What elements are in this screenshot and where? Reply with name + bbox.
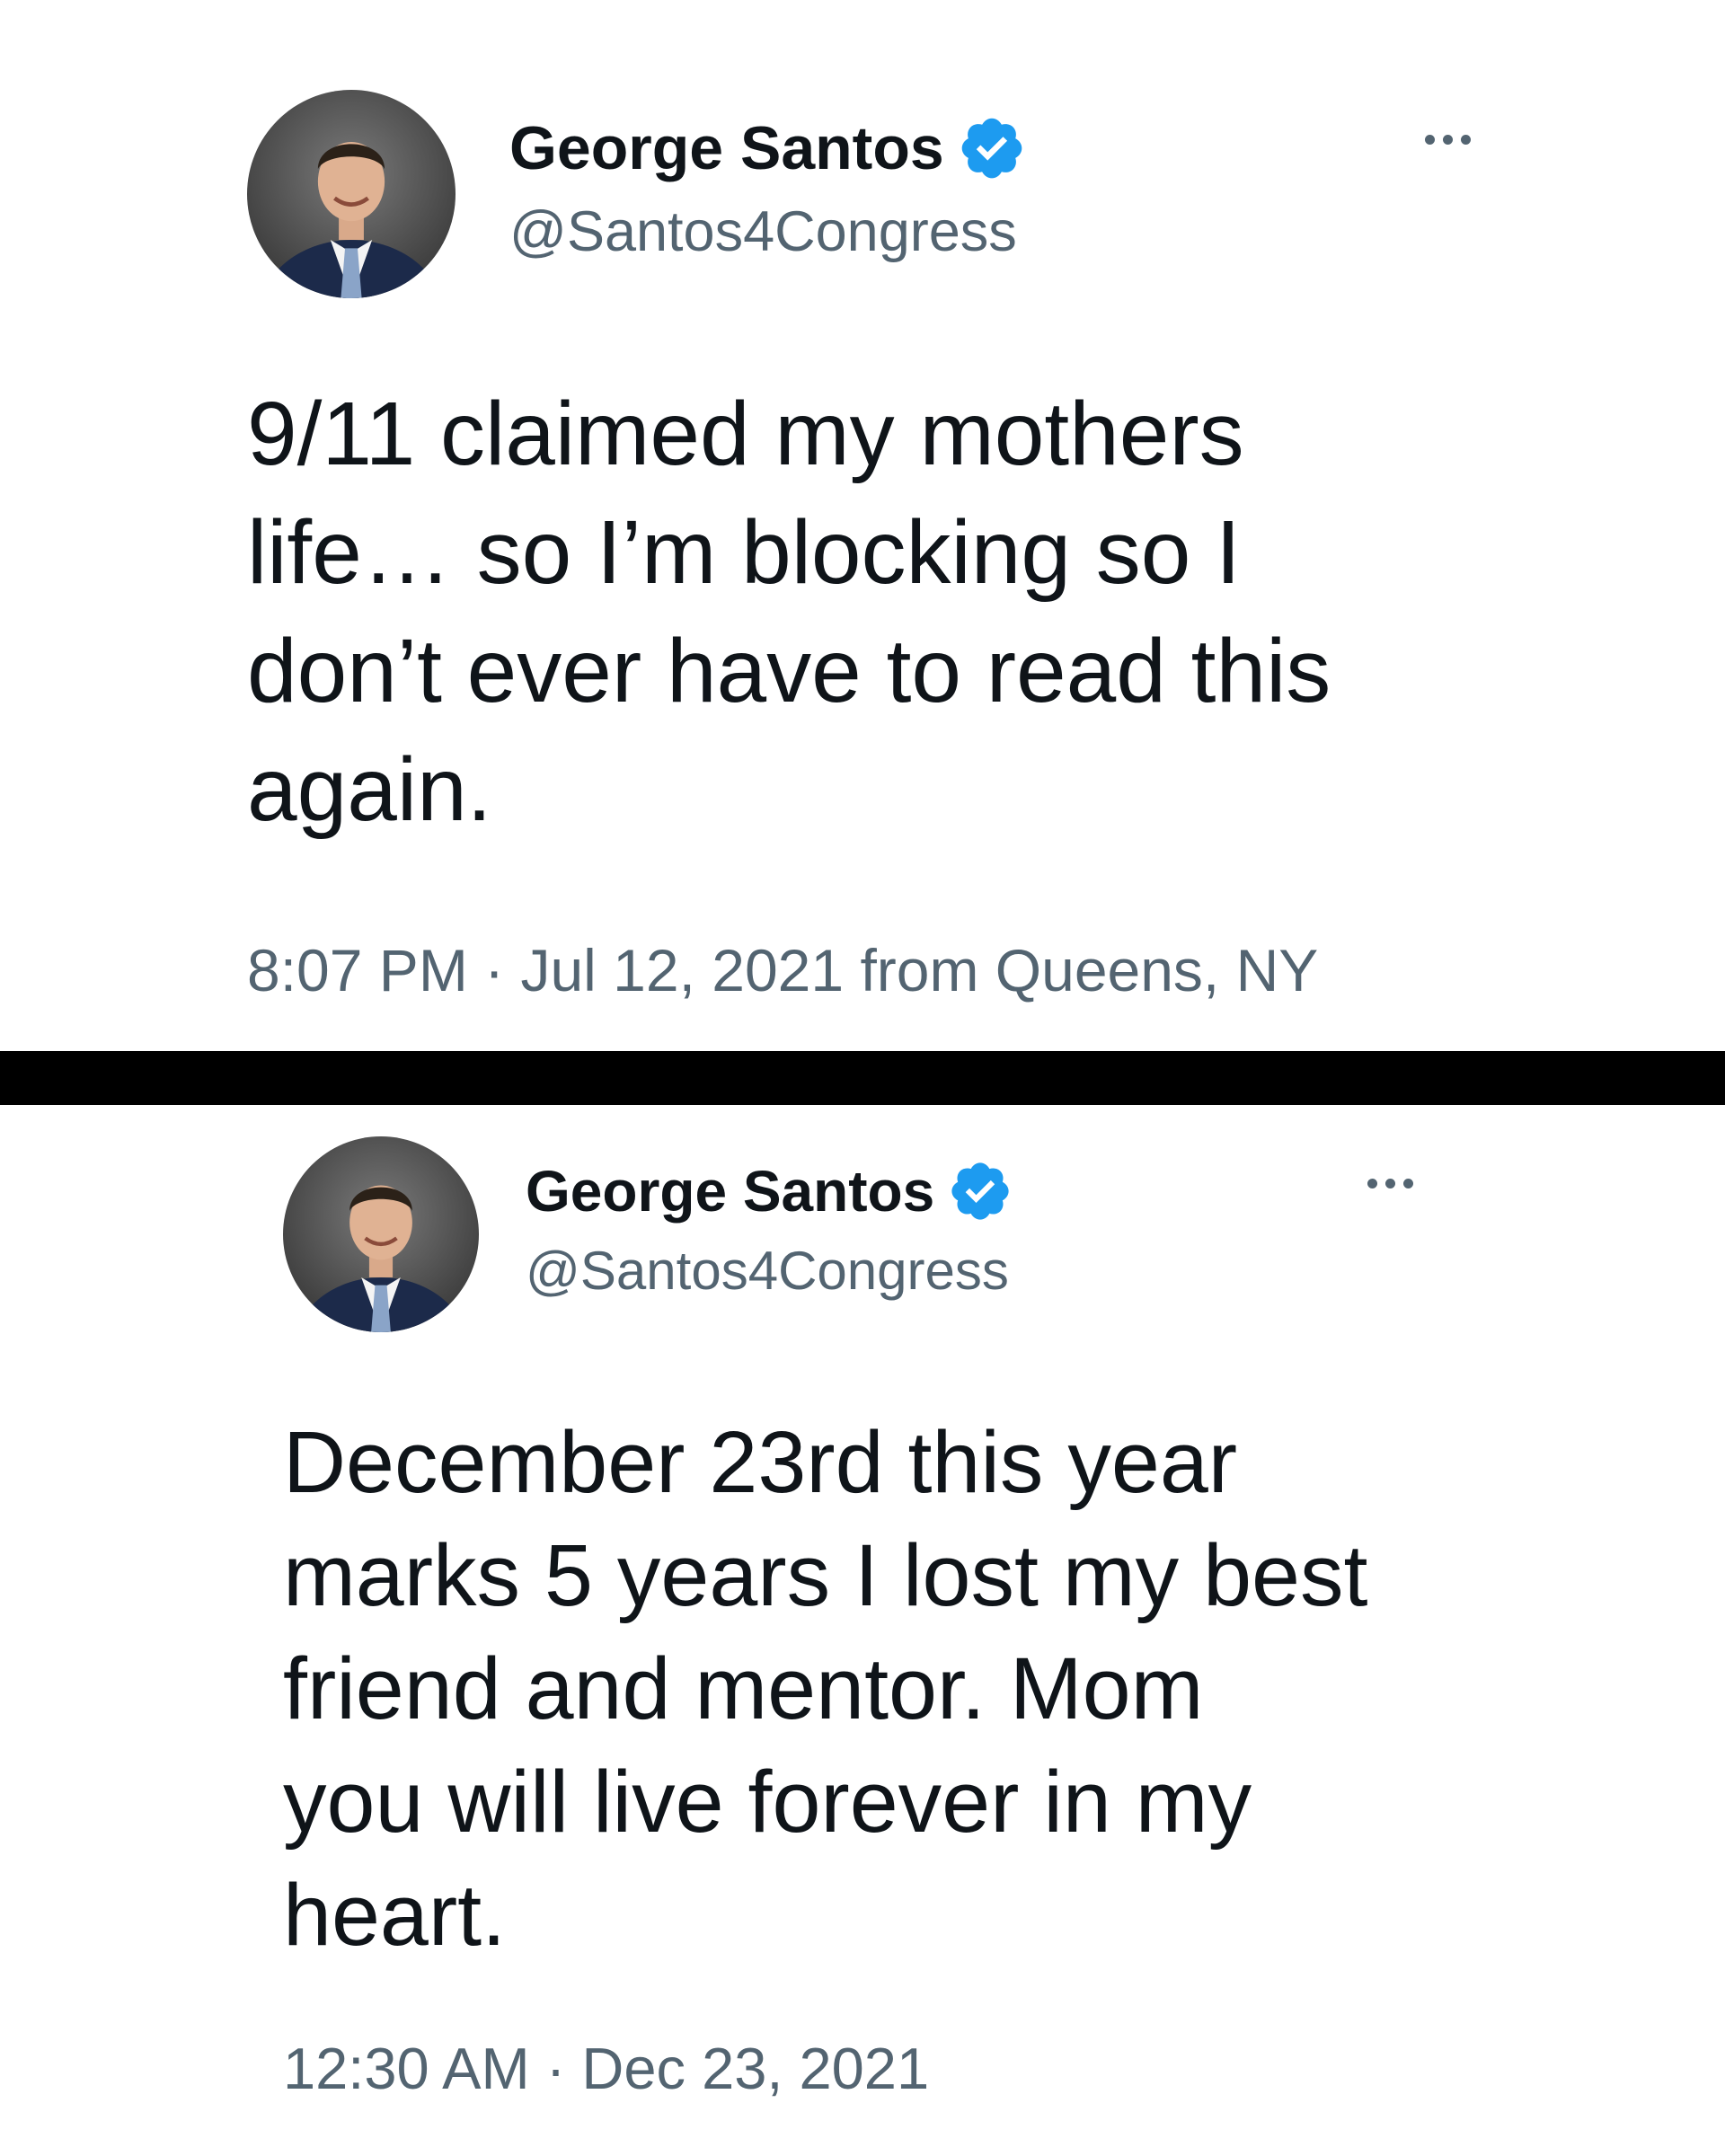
dot-icon <box>1367 1179 1377 1188</box>
tweet-text: December 23rd this year marks 5 years I … <box>283 1406 1367 1972</box>
dot-icon <box>1403 1179 1413 1188</box>
tweet-meta: 8:07 PM · Jul 12, 2021 from Queens, NY <box>247 936 1318 1004</box>
tweet-text-line: again. <box>247 739 492 840</box>
tweet-text-line: you will live forever in my <box>283 1753 1252 1851</box>
author-handle[interactable]: @Santos4Congress <box>526 1240 1009 1302</box>
avatar-image <box>295 1185 467 1332</box>
author-display-name[interactable]: George Santos <box>526 1158 934 1224</box>
divider-bar <box>0 1051 1725 1105</box>
tweet-card: George Santos @Santos4Congress 9/11 clai… <box>0 0 1725 1051</box>
dot-icon <box>1443 135 1453 145</box>
author-handle[interactable]: @Santos4Congress <box>509 199 1017 264</box>
tweet-meta: 12:30 AM · Dec 23, 2021 <box>283 2035 929 2102</box>
verified-badge-icon <box>947 1158 1013 1224</box>
tweet-text-line: heart. <box>283 1866 507 1964</box>
meta-separator: · <box>545 2036 566 2101</box>
avatar-image <box>260 142 443 298</box>
tweet-time[interactable]: 8:07 PM <box>247 937 468 1003</box>
avatar[interactable] <box>283 1136 479 1332</box>
more-options-icon[interactable] <box>1367 1179 1413 1188</box>
tweet-text-line: friend and mentor. Mom <box>283 1639 1204 1737</box>
dot-icon <box>1385 1179 1395 1188</box>
tweet-time[interactable]: 12:30 AM <box>283 2036 530 2101</box>
tweet-text: 9/11 claimed my mothers life… so I’m blo… <box>247 375 1331 849</box>
avatar[interactable] <box>247 90 456 298</box>
dot-icon <box>1425 135 1435 145</box>
more-options-icon[interactable] <box>1425 135 1471 145</box>
meta-separator: · <box>484 937 505 1003</box>
tweet-date[interactable]: Dec 23, 2021 <box>581 2036 929 2101</box>
author-display-name[interactable]: George Santos <box>509 113 944 183</box>
tweet-date[interactable]: Jul 12, 2021 <box>520 937 844 1003</box>
verified-badge-icon <box>957 113 1027 183</box>
tweet-text-line: life… so I’m blocking so I <box>247 502 1241 603</box>
tweet-text-line: marks 5 years I lost my best <box>283 1526 1368 1624</box>
tweet-card: George Santos @Santos4Congress December … <box>0 1105 1725 2156</box>
tweet-text-line: December 23rd this year <box>283 1413 1238 1511</box>
author-name-row: George Santos <box>526 1157 1013 1225</box>
dot-icon <box>1461 135 1471 145</box>
tweet-text-line: don’t ever have to read this <box>247 621 1331 721</box>
tweet-source: from Queens, NY <box>860 937 1319 1003</box>
tweet-text-line: 9/11 claimed my mothers <box>247 384 1244 484</box>
author-name-row: George Santos <box>509 112 1027 184</box>
